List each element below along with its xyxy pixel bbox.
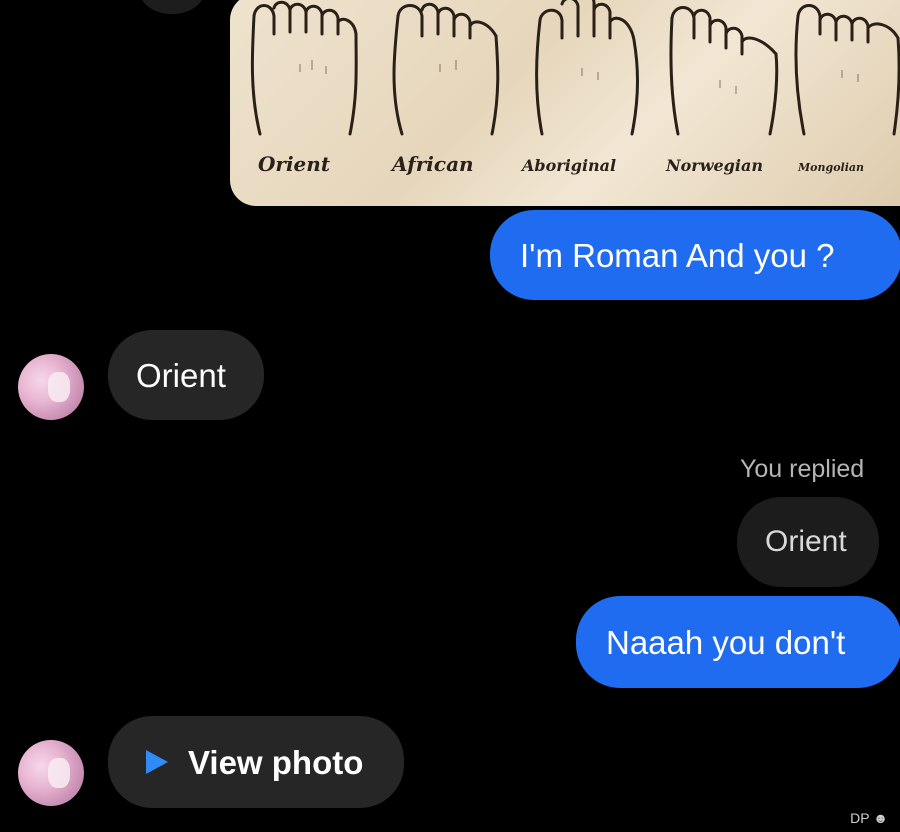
feet-drawing: [250, 0, 900, 136]
outgoing-message-2[interactable]: Naaah you don't: [576, 596, 900, 688]
foot-label-norwegian: Norwegian: [666, 156, 763, 175]
reply-quote-text: Orient: [765, 525, 847, 558]
play-triangle-icon: [146, 750, 168, 774]
outgoing-message-1[interactable]: I'm Roman And you ?: [490, 210, 900, 300]
foot-label-orient: Orient: [258, 152, 331, 176]
view-photo-button[interactable]: View photo: [108, 716, 404, 808]
reply-label: You replied: [740, 455, 865, 483]
watermark: DP ☻: [850, 810, 888, 826]
foot-label-mongolian: Mongolian: [798, 161, 865, 174]
incoming-message-1[interactable]: Orient: [108, 330, 264, 420]
foot-label-aboriginal: Aboriginal: [522, 156, 617, 175]
contact-avatar[interactable]: [18, 354, 84, 420]
message-text: Orient: [136, 356, 226, 394]
view-photo-label: View photo: [188, 743, 364, 781]
foot-label-african: African: [392, 152, 474, 176]
reply-quote-bubble[interactable]: Orient: [737, 497, 879, 587]
contact-avatar[interactable]: [18, 740, 84, 806]
avatar-top-cropped: [140, 0, 204, 14]
shared-image-feet-chart[interactable]: Orient African Aboriginal Norwegian Mong…: [230, 0, 900, 206]
message-text: Naaah you don't: [606, 623, 846, 661]
message-text: I'm Roman And you ?: [520, 236, 835, 274]
